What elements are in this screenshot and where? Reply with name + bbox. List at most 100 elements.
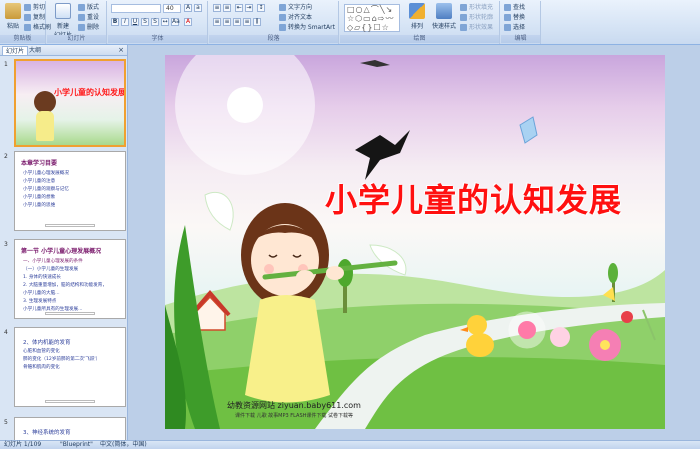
font-name-select[interactable] [111,4,161,13]
girl-hand [296,270,314,284]
thumb-number: 3 [4,241,8,248]
shape-effects-button[interactable]: 形状效果 [460,23,493,32]
paste-button[interactable]: 粘贴 [2,3,24,35]
thumb-line: 小学儿童的观察与记忆 [23,187,69,192]
thumb-line: 3. 生理发展特点 [23,299,57,304]
convert-smartart-button[interactable]: 转换为 SmartArt [279,23,335,32]
drawing-group: □○△⌒╲↘ ☆⬡▭⌂⇨〰 ◇▱{}☐☆ 排列 快速样式 形状填充 形状轮廓 形状效… [340,1,500,44]
language-indicator[interactable]: 中文(简体，中国) [100,441,147,449]
underline-icon[interactable]: U [131,18,139,26]
slide-thumb-1[interactable]: 小学儿童的认知发展 [14,59,126,147]
decrease-indent-icon[interactable]: ⇤ [235,4,243,12]
shadow-icon[interactable]: S [151,18,159,26]
new-slide-icon [55,3,71,19]
editing-label: 编辑 [501,35,540,43]
girl-cheek [264,264,274,274]
justify-icon[interactable]: ≡ [243,18,251,26]
thumb-line: （一）小学儿童的生理发展 [23,267,79,272]
thumb-line: 骨骼和肌肉的变化 [23,365,60,370]
replace-button[interactable]: 替换 [504,13,525,22]
thumb-3-title: 第一节 小学儿童心理发展概况 [21,248,102,255]
flower-center [600,340,610,350]
thumb-number: 2 [4,153,8,160]
arrange-button[interactable]: 排列 [406,3,428,35]
bold-icon[interactable]: B [111,18,119,26]
thumb-line: 小学儿童心理发展概况 [23,171,69,176]
spacing-icon[interactable]: ↔ [161,18,169,26]
line-spacing-icon[interactable]: ↕ [257,4,265,12]
copy-button[interactable]: 复制 [24,13,45,22]
thumb-footer [45,312,95,315]
girl-hand [326,266,344,280]
thumb-1-girl [34,91,56,113]
butterfly [519,116,538,144]
thumb-line: 2. 大脑重量增加，脑的结构和功能发育， [23,283,107,288]
slide-thumb-5[interactable]: 3、神经系统的发育 [14,417,126,440]
italic-icon[interactable]: I [121,18,129,26]
slide-artwork [165,55,665,429]
align-right-icon[interactable]: ≡ [233,18,241,26]
thumb-line: 小学儿童的注意 [23,179,56,184]
tab-outline[interactable]: 大纲 [26,46,44,55]
new-slide-button[interactable]: 新建 幻灯片 [50,3,76,39]
slide-title[interactable]: 小学儿童的认知发展 [325,175,622,221]
numbering-icon[interactable]: ≡ [223,4,231,12]
select-button[interactable]: 选择 [504,23,525,32]
layout-button[interactable]: 版式 [78,3,99,12]
shape-fill-button[interactable]: 形状填充 [460,3,493,12]
close-icon[interactable]: × [118,46,124,54]
align-center-icon[interactable]: ≡ [223,18,231,26]
quick-styles-button[interactable]: 快速样式 [430,3,458,35]
sun [227,87,263,123]
duck-head [467,315,487,335]
thumb-line: 小学儿童的想象 [23,195,56,200]
shape-outline-button[interactable]: 形状轮廓 [460,13,493,22]
thumb-2-title: 本章学习目要 [21,160,58,167]
columns-icon[interactable]: ⫼ [253,18,261,26]
thumb-line: 3、神经系统的发育 [23,430,71,436]
align-text-button[interactable]: 对齐文本 [279,13,312,22]
reset-button[interactable]: 重设 [78,13,99,22]
font-size-select[interactable]: 40 [163,4,181,13]
find-button[interactable]: 查找 [504,3,525,12]
thumb-1-title: 小学儿童的认知发展 [54,88,126,97]
delete-button[interactable]: 删除 [78,23,99,32]
drawing-label: 绘图 [340,35,499,43]
quick-styles-icon [436,3,452,19]
shapes-gallery[interactable]: □○△⌒╲↘ ☆⬡▭⌂⇨〰 ◇▱{}☐☆ [344,4,400,32]
slide-counter: 幻灯片 1/109 [4,441,42,448]
slide-thumb-2[interactable]: 本章学习目要 小学儿童心理发展概况 小学儿童的注意 小学儿童的观察与记忆 小学儿… [14,151,126,231]
slides-pane: 幻灯片 大纲 × 1 小学儿童的认知发展 2 本章学习目要 小学儿童心理发展概况… [0,45,128,440]
slides-group: 新建 幻灯片 版式 重设 删除 幻灯片 [47,1,107,44]
theme-name: "Blueprint" [60,441,93,448]
duck-body [466,333,494,357]
website-subtext[interactable]: 课件下载 儿歌 故事MP3 FLASH课件下载 试卷下载等 [235,412,353,419]
tab-slides[interactable]: 幻灯片 [2,46,29,55]
change-case-icon[interactable]: Aa [171,18,180,26]
bird [360,60,390,67]
align-left-icon[interactable]: ≡ [213,18,221,26]
website-text[interactable]: 幼教资源网站 ziyuan.baby611.com [227,400,361,411]
cut-button[interactable]: 剪切 [24,3,45,12]
thumb-number: 5 [4,419,8,426]
thumb-line: 2、体内机能的发育 [23,340,71,346]
calla-lily [204,192,234,231]
calla-lily [369,244,407,276]
tree [608,263,618,283]
thumb-line: 小学儿童的思维 [23,203,56,208]
slide-thumb-3[interactable]: 第一节 小学儿童心理发展概况 一、小学儿童心理发展的条件 （一）小学儿童的生理发… [14,239,126,319]
increase-indent-icon[interactable]: ⇥ [245,4,253,12]
thumb-1-dress [36,111,54,141]
strikethrough-icon[interactable]: S [141,18,149,26]
slide-thumb-4[interactable]: 2、体内机能的发育 心脏和血管的变化 肺的变化（12岁前肺的第二次'飞跃'） 骨… [14,327,126,407]
text-direction-button[interactable]: 文字方向 [279,3,312,12]
pane-tabs: 幻灯片 大纲 × [0,45,127,56]
thumb-line: 心脏和血管的变化 [23,349,60,354]
slide-canvas[interactable]: 小学儿童的认知发展 幼教资源网站 ziyuan.baby611.com 课件下载… [165,55,665,429]
font-color-icon[interactable]: A [184,18,192,26]
grow-font-icon[interactable]: A [184,4,192,12]
tree-trunk [343,283,347,313]
slides-label: 幻灯片 [47,35,106,43]
shrink-font-icon[interactable]: a [194,4,202,12]
bullets-icon[interactable]: ≡ [213,4,221,12]
